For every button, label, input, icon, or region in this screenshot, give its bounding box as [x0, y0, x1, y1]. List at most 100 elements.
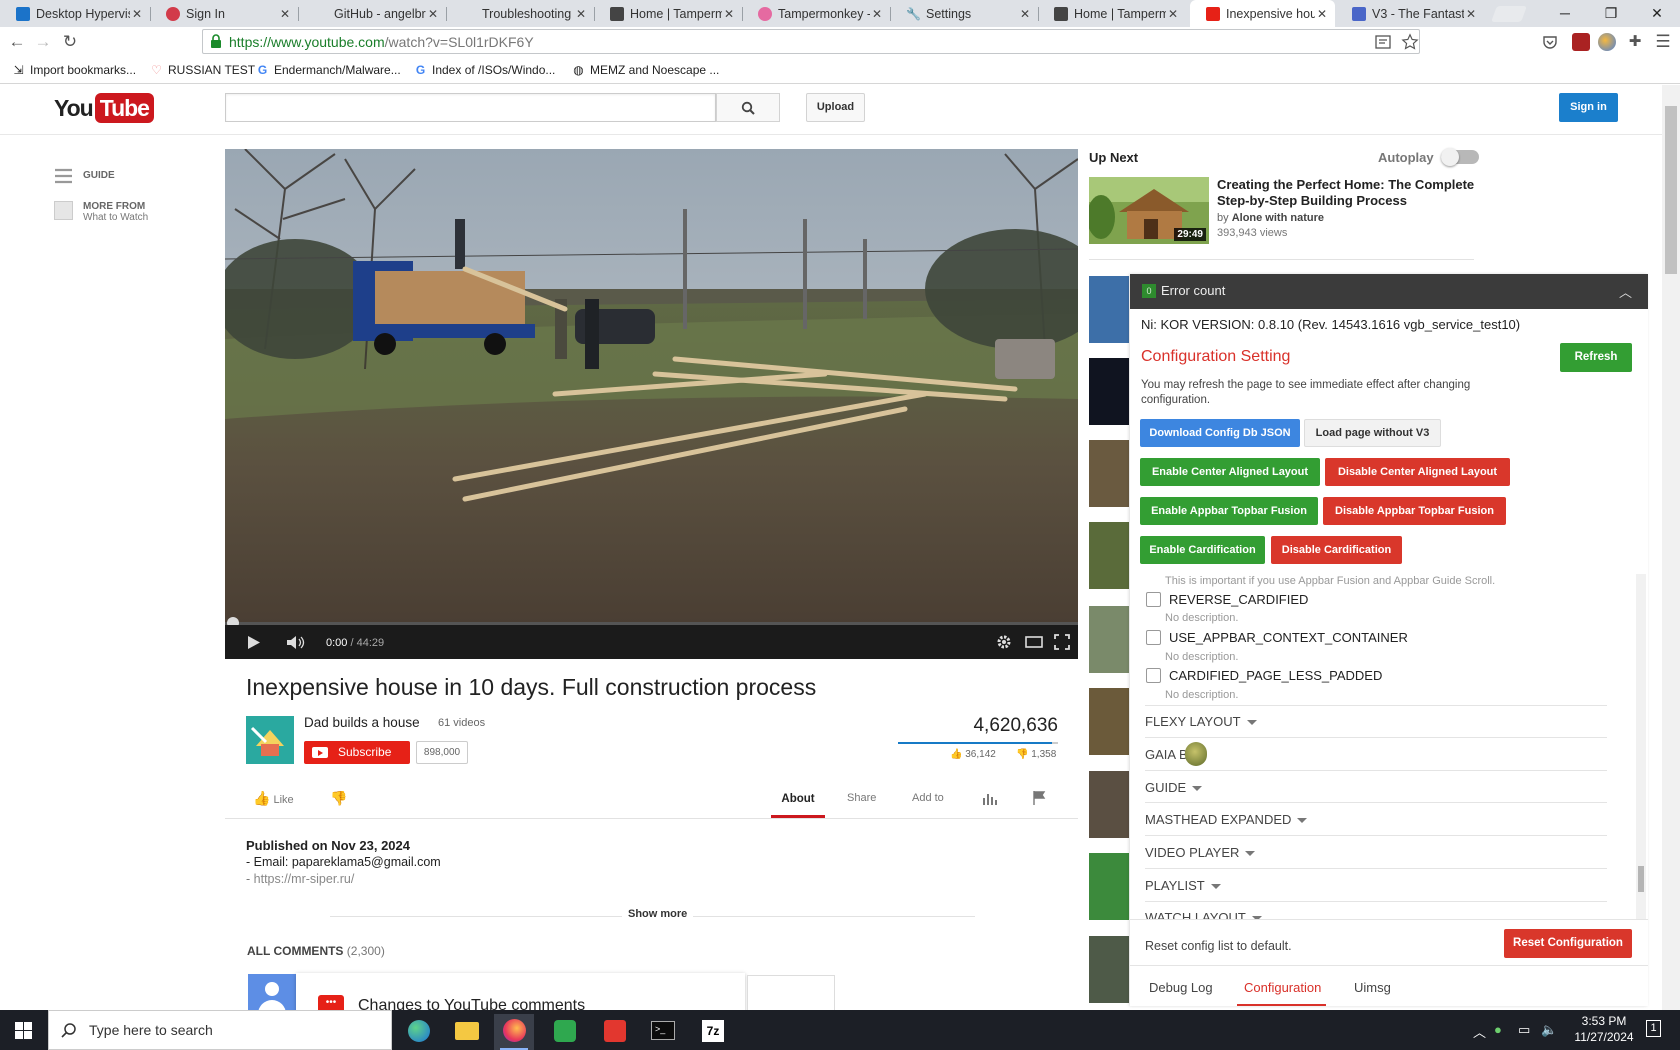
- star-icon[interactable]: [1401, 33, 1419, 51]
- load-without-v3-button[interactable]: Load page without V3: [1304, 419, 1441, 447]
- reader-view-icon[interactable]: [1375, 35, 1391, 49]
- tray-chevron-up-icon[interactable]: ︿: [1473, 1022, 1486, 1041]
- 7zip-app[interactable]: 7z: [692, 1014, 732, 1050]
- close-icon[interactable]: ✕: [574, 7, 588, 21]
- recommended-thumbnail[interactable]: 29:49: [1089, 177, 1209, 244]
- option-reverse-cardified[interactable]: REVERSE_CARDIFIED: [1146, 592, 1308, 607]
- close-icon[interactable]: ✕: [1018, 7, 1032, 21]
- network-icon[interactable]: ▭: [1518, 1022, 1530, 1038]
- reload-icon[interactable]: ↻: [59, 31, 81, 53]
- bookmark-isos[interactable]: G Index of /ISOs/Windo...: [414, 63, 556, 77]
- tab-debug-log[interactable]: Debug Log: [1149, 980, 1213, 995]
- pocket-icon[interactable]: [1542, 35, 1558, 50]
- bookmark-import[interactable]: ⇲ Import bookmarks...: [12, 63, 136, 77]
- back-icon[interactable]: ←: [6, 31, 28, 53]
- bookmark-russian-test[interactable]: ♡ RUSSIAN TEST: [150, 63, 255, 77]
- video-player[interactable]: 0:00 / 44:29: [225, 149, 1078, 659]
- tab-add-to[interactable]: Add to: [912, 792, 944, 804]
- play-icon[interactable]: [247, 635, 261, 650]
- flag-icon[interactable]: [1032, 790, 1046, 805]
- tray-app-icon[interactable]: ●: [1494, 1022, 1502, 1037]
- firefox-app[interactable]: [494, 1014, 534, 1050]
- close-icon[interactable]: ✕: [1464, 7, 1478, 21]
- enable-appbar-fusion-button[interactable]: Enable Appbar Topbar Fusion: [1140, 497, 1318, 525]
- subscribe-button[interactable]: Subscribe: [304, 741, 410, 764]
- option-use-appbar-context[interactable]: USE_APPBAR_CONTEXT_CONTAINER: [1146, 630, 1408, 645]
- close-icon[interactable]: ✕: [1315, 7, 1329, 21]
- checkbox[interactable]: [1146, 668, 1161, 683]
- disable-center-layout-button[interactable]: Disable Center Aligned Layout: [1325, 458, 1510, 486]
- forward-icon[interactable]: →: [32, 31, 54, 53]
- section-video-player[interactable]: VIDEO PLAYER: [1145, 845, 1256, 860]
- menu-icon[interactable]: ☰: [1652, 31, 1674, 53]
- taskbar-search-input[interactable]: Type here to search: [48, 1010, 392, 1050]
- disable-cardification-button[interactable]: Disable Cardification: [1271, 536, 1402, 564]
- puzzle-icon[interactable]: ✚: [1624, 31, 1646, 53]
- tab-sign-in[interactable]: Sign In ✕: [150, 0, 298, 27]
- section-flexy-layout[interactable]: FLEXY LAYOUT: [1145, 714, 1257, 729]
- like-button[interactable]: 👍 Like: [253, 790, 294, 807]
- dislike-button[interactable]: 👎: [330, 790, 347, 807]
- close-icon[interactable]: ✕: [130, 7, 144, 21]
- tab-uimsg[interactable]: Uimsg: [1354, 980, 1391, 995]
- show-more-button[interactable]: Show more: [622, 908, 694, 920]
- chevron-up-icon[interactable]: ︿: [1619, 282, 1632, 301]
- tab-share[interactable]: Share: [847, 792, 876, 804]
- comments-notice[interactable]: ••• Changes to YouTube comments: [296, 973, 745, 1013]
- tab-github[interactable]: GitHub - angelbr ✕: [298, 0, 446, 27]
- reset-configuration-button[interactable]: Reset Configuration: [1504, 929, 1632, 958]
- tab-tampermonkey[interactable]: Tampermonkey - ✕: [742, 0, 890, 27]
- minimize-button[interactable]: ─: [1542, 0, 1588, 27]
- close-window-button[interactable]: ✕: [1634, 0, 1680, 27]
- sidebar-thumbnail[interactable]: [1089, 936, 1129, 1003]
- sign-in-button[interactable]: Sign in: [1559, 93, 1618, 122]
- sidebar-thumbnail[interactable]: [1089, 440, 1129, 507]
- start-button[interactable]: [0, 1010, 48, 1050]
- section-masthead-expanded[interactable]: MASTHEAD EXPANDED: [1145, 812, 1308, 827]
- volume-icon[interactable]: 🔈: [1541, 1022, 1557, 1038]
- sidebar-thumbnail[interactable]: [1089, 771, 1129, 838]
- sidebar-thumbnail[interactable]: [1089, 853, 1129, 920]
- sidebar-thumbnail[interactable]: [1089, 358, 1129, 425]
- enable-center-layout-button[interactable]: Enable Center Aligned Layout: [1140, 458, 1320, 486]
- close-icon[interactable]: ✕: [1166, 7, 1180, 21]
- config-panel-header[interactable]: 0 Error count ︿: [1130, 274, 1648, 309]
- tab-settings[interactable]: 🔧 Settings ✕: [890, 0, 1038, 27]
- channel-name[interactable]: Dad builds a house: [304, 715, 420, 730]
- notification-icon[interactable]: 1: [1646, 1020, 1661, 1037]
- restore-button[interactable]: ❐: [1588, 0, 1634, 27]
- description-link[interactable]: https://mr-siper.ru/: [254, 872, 355, 886]
- terminal-app[interactable]: >_: [642, 1014, 682, 1050]
- tab-youtube-active[interactable]: Inexpensive hous ✕: [1190, 0, 1335, 27]
- tab-tampermonkey-home[interactable]: Home | Tampermo ✕: [594, 0, 742, 27]
- stats-icon[interactable]: [982, 792, 998, 805]
- tab-about[interactable]: About: [771, 778, 825, 818]
- sidebar-thumbnail[interactable]: [1089, 688, 1129, 755]
- new-tab-button[interactable]: [1491, 6, 1527, 22]
- tab-desktop-hypervisor[interactable]: Desktop Hypervis ✕: [0, 0, 150, 27]
- guide-button[interactable]: GUIDE: [54, 167, 115, 186]
- browser-extension-icon[interactable]: [1598, 33, 1616, 51]
- autoplay-toggle[interactable]: [1441, 148, 1479, 166]
- sidebar-thumbnail[interactable]: [1089, 606, 1129, 673]
- option-cardified-less-padded[interactable]: CARDIFIED_PAGE_LESS_PADDED: [1146, 668, 1382, 683]
- close-icon[interactable]: ✕: [278, 7, 292, 21]
- close-icon[interactable]: ✕: [722, 7, 736, 21]
- download-config-button[interactable]: Download Config Db JSON: [1140, 419, 1300, 447]
- app-green[interactable]: [544, 1014, 584, 1050]
- address-bar[interactable]: https://www.youtube.com/watch?v=SL0l1rDK…: [202, 29, 1420, 54]
- config-option-list[interactable]: This is important if you use Appbar Fusi…: [1130, 574, 1628, 919]
- section-guide[interactable]: GUIDE: [1145, 780, 1203, 795]
- section-watch-layout[interactable]: WATCH LAYOUT: [1145, 910, 1262, 919]
- section-playlist[interactable]: PLAYLIST: [1145, 878, 1221, 893]
- gear-icon[interactable]: [996, 634, 1012, 650]
- close-icon[interactable]: ✕: [870, 7, 884, 21]
- recommended-channel-name[interactable]: Alone with nature: [1232, 212, 1324, 224]
- search-button[interactable]: [716, 93, 780, 122]
- config-scrollbar-thumb[interactable]: [1638, 866, 1644, 892]
- upload-button[interactable]: Upload: [806, 93, 865, 122]
- more-from-item[interactable]: MORE FROM What to Watch: [54, 201, 148, 223]
- checkbox[interactable]: [1146, 630, 1161, 645]
- app-red[interactable]: [594, 1014, 634, 1050]
- enable-cardification-button[interactable]: Enable Cardification: [1140, 536, 1265, 564]
